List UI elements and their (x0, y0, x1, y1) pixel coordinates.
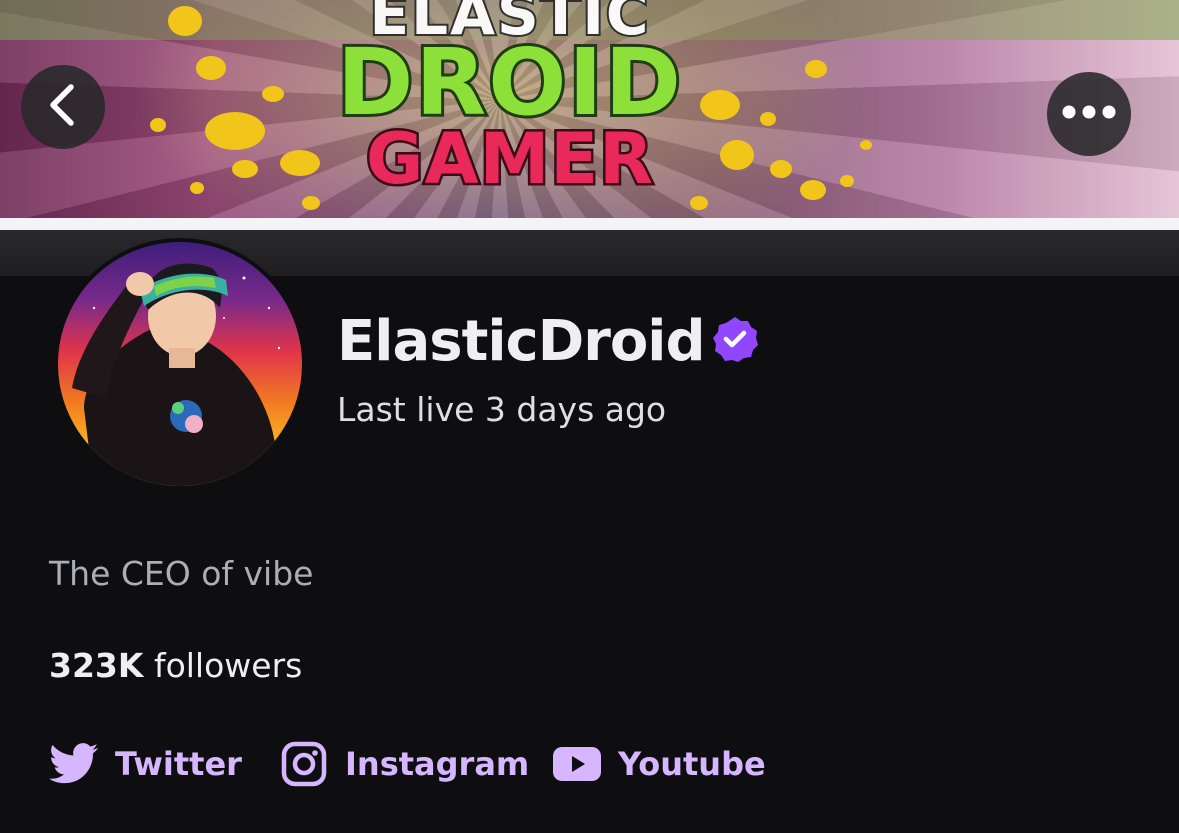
instagram-link-label: Instagram (345, 745, 530, 783)
youtube-link-label: Youtube (618, 745, 766, 783)
banner-logo-line-droid: DROID (334, 29, 684, 136)
twitter-link-label: Twitter (115, 745, 242, 783)
youtube-link[interactable]: Youtube (552, 738, 766, 790)
instagram-icon (279, 739, 329, 789)
banner-divider (0, 218, 1179, 230)
channel-bio: The CEO of vibe (49, 554, 314, 593)
avatar-image (58, 242, 302, 486)
banner-logo: ELASTIC DROID GAMER (300, 0, 720, 197)
verified-badge-icon (711, 315, 759, 363)
more-options-button[interactable] (1047, 72, 1131, 156)
youtube-icon (552, 739, 602, 789)
back-button[interactable] (21, 65, 105, 149)
twitter-link[interactable]: Twitter (49, 738, 242, 790)
twitter-icon (49, 739, 99, 789)
channel-name: ElasticDroid (337, 309, 706, 374)
banner-logo-line-elastic: ELASTIC (368, 0, 651, 48)
more-horizontal-icon (1059, 102, 1119, 126)
followers-number: 323K (49, 646, 144, 685)
avatar[interactable] (54, 238, 306, 490)
channel-banner: ELASTIC DROID GAMER (0, 0, 1179, 218)
chevron-left-icon (43, 81, 83, 133)
channel-profile-page: ELASTIC DROID GAMER ElasticDroid Last li… (0, 0, 1179, 833)
followers-label: followers (143, 646, 303, 685)
last-live-text: Last live 3 days ago (337, 390, 667, 429)
instagram-link[interactable]: Instagram (279, 738, 529, 790)
followers-count: 323K followers (49, 644, 302, 688)
